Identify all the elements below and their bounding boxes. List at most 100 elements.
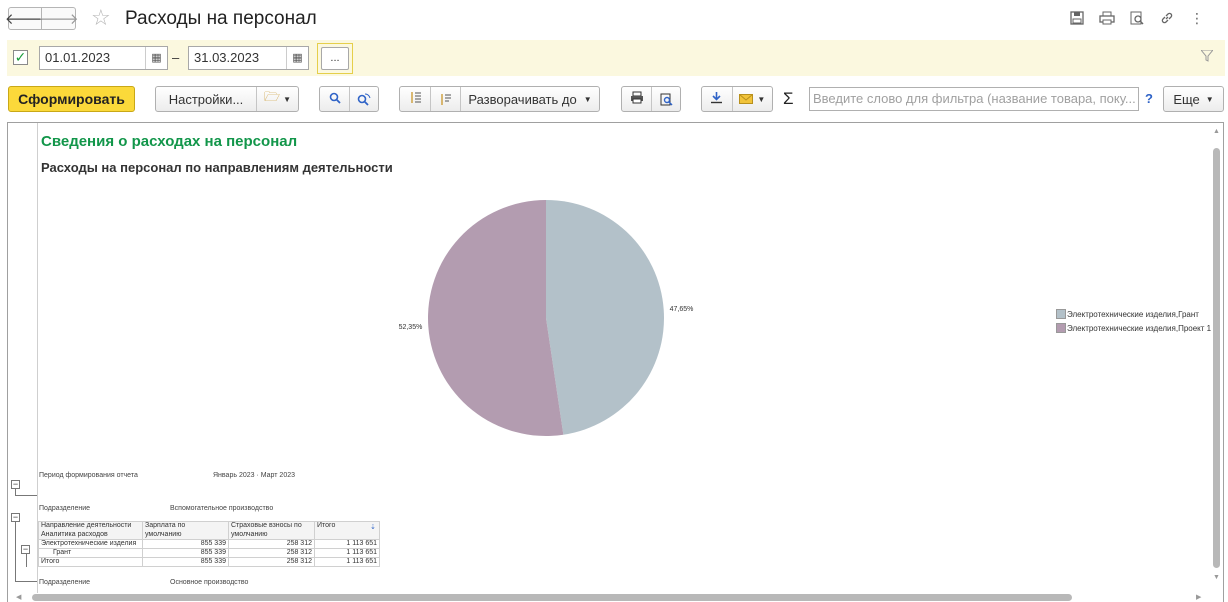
period-bar: ✓ 01.01.2023 ▦ – 31.03.2023 ▦ ... [7, 40, 1225, 76]
legend-item: Электротехнические изделия,Грант [1056, 307, 1211, 321]
calendar-icon[interactable]: ▦ [286, 47, 308, 69]
group-line [15, 581, 37, 582]
save-icon[interactable] [1068, 9, 1086, 27]
envelope-icon [739, 92, 754, 107]
legend-label: Электротехнические изделия,Проект 1 [1067, 323, 1212, 333]
print-button-group [621, 86, 681, 112]
filter-icon[interactable] [1199, 49, 1215, 65]
table-header-cell: Аналитика расходов [38, 530, 143, 540]
table-cell: 1 113 651 [314, 557, 380, 567]
favorite-star-icon[interactable]: ☆ [91, 5, 111, 31]
table-header-cell: умолчанию [228, 530, 315, 540]
window-actions: ⋮ [1068, 9, 1206, 27]
expand-all-icon[interactable] [430, 87, 460, 111]
settings-button[interactable]: Настройки... [156, 92, 256, 107]
table-cell: 1 113 651 [314, 548, 380, 558]
collapse-group-icon[interactable]: − [21, 545, 30, 554]
date-to-field[interactable]: 31.03.2023 ▦ [188, 46, 309, 70]
horizontal-scroll-thumb[interactable] [32, 594, 1072, 601]
table-row[interactable]: Грант 855 339 258 312 1 113 651 [38, 548, 380, 558]
period-checkbox[interactable]: ✓ [13, 50, 28, 65]
title-bar: 🡐 🡒 ☆ Расходы на персонал ⋮ [0, 0, 1228, 38]
print-icon[interactable] [1098, 9, 1116, 27]
print-icon[interactable] [622, 91, 651, 107]
pie-data-label: 52,35% [399, 324, 423, 331]
download-icon[interactable] [702, 91, 732, 107]
table-header-cell: Страховые взносы по [228, 521, 315, 531]
scroll-up-icon[interactable]: ▲ [1213, 128, 1220, 135]
table-cell: 1 113 651 [314, 539, 380, 549]
expand-to-label: Разворачивать до [468, 91, 577, 107]
table-cell: 855 339 [142, 557, 229, 567]
chevron-down-icon: ▼ [757, 94, 766, 104]
grouping-button-group: Разворачивать до ▼ [399, 86, 600, 112]
date-from-field[interactable]: 01.01.2023 ▦ [39, 46, 168, 70]
table-header-text: Итого [317, 522, 336, 529]
table-total-row[interactable]: Итого 855 339 258 312 1 113 651 [38, 557, 380, 567]
table-header-row: Аналитика расходов умолчанию умолчанию [38, 530, 380, 540]
legend-item: Электротехнические изделия,Проект 1 [1056, 321, 1211, 335]
report-table: Направление деятельности Зарплата по Стр… [38, 521, 380, 567]
dept-value: Вспомогательное производство [170, 505, 274, 512]
sum-icon[interactable]: Σ [783, 89, 794, 109]
back-button[interactable]: 🡐 [5, 7, 45, 30]
scroll-left-icon[interactable]: ◀ [16, 593, 21, 601]
group-line [26, 553, 27, 567]
dept-value: Основное производство [170, 579, 249, 586]
table-cell: 855 339 [142, 548, 229, 558]
collapse-group-icon[interactable]: − [11, 513, 20, 522]
scroll-down-icon[interactable]: ▼ [1213, 574, 1220, 581]
expand-to-dropdown[interactable]: Разворачивать до ▼ [460, 87, 599, 111]
period-separator: – [172, 50, 180, 65]
table-cell: Электротехнические изделия [38, 539, 143, 549]
legend-label: Электротехнические изделия,Грант [1067, 309, 1199, 319]
period-select-button[interactable]: ... [317, 43, 353, 74]
sort-icon[interactable]: ⇣ [370, 523, 376, 531]
window-title: Расходы на персонал [125, 8, 317, 29]
period-select-label: ... [321, 47, 349, 70]
collapse-all-icon[interactable] [400, 91, 430, 107]
table-header-cell: Зарплата по [142, 521, 229, 531]
more-vertical-icon[interactable]: ⋮ [1188, 9, 1206, 27]
table-cell: 258 312 [228, 539, 315, 549]
pie-slice [546, 200, 664, 435]
table-header-cell: умолчанию [142, 530, 229, 540]
search-next-icon[interactable] [349, 87, 378, 111]
preview-icon[interactable] [1128, 9, 1146, 27]
more-label: Еще [1173, 91, 1200, 107]
generate-button[interactable]: Сформировать [8, 86, 135, 112]
date-from-value: 01.01.2023 [45, 50, 111, 65]
more-button[interactable]: Еще ▼ [1163, 86, 1224, 112]
table-header-row: Направление деятельности Зарплата по Стр… [38, 521, 380, 531]
link-icon[interactable] [1158, 9, 1176, 27]
collapse-group-icon[interactable]: − [11, 480, 20, 489]
variants-button[interactable]: 🗁 ▼ [256, 87, 298, 111]
pie-data-label: 47,65% [670, 306, 694, 313]
chart-legend: Электротехнические изделия,Грант Электрот… [1056, 307, 1211, 335]
filter-search-input[interactable]: Введите слово для фильтра (название това… [809, 87, 1139, 111]
print-preview-icon[interactable] [651, 87, 680, 111]
scroll-right-icon[interactable]: ▶ [1196, 593, 1201, 601]
report-subtitle: Расходы на персонал по направлениям деят… [41, 160, 393, 175]
pie-slice [427, 200, 564, 436]
chevron-down-icon: ▼ [583, 94, 592, 104]
forward-button[interactable]: 🡒 [38, 7, 79, 30]
date-to-value: 31.03.2023 [194, 50, 260, 65]
vertical-scrollbar[interactable]: ▲ ▼ [1212, 128, 1221, 588]
table-row[interactable]: Электротехнические изделия 855 339 258 3… [38, 539, 380, 549]
period-label: Период формирования отчета [39, 472, 138, 479]
help-icon[interactable]: ? [1145, 91, 1153, 106]
table-cell: Грант [38, 548, 143, 558]
folder-icon: 🗁 [263, 89, 281, 104]
search-icon[interactable] [320, 92, 349, 107]
period-value: Январь 2023 · Март 2023 [213, 472, 295, 479]
report-area[interactable]: − − − Сведения о расходах на персонал Ра… [7, 122, 1224, 602]
legend-swatch [1056, 323, 1066, 333]
vertical-scroll-thumb[interactable] [1213, 148, 1220, 568]
email-button[interactable]: ▼ [731, 87, 772, 111]
pie-chart: 47,65% 52,35% [399, 200, 694, 436]
group-line [15, 495, 37, 496]
export-button-group: ▼ [701, 86, 773, 112]
arrow-right-icon: 🡒 [38, 11, 79, 28]
calendar-icon[interactable]: ▦ [145, 47, 167, 69]
